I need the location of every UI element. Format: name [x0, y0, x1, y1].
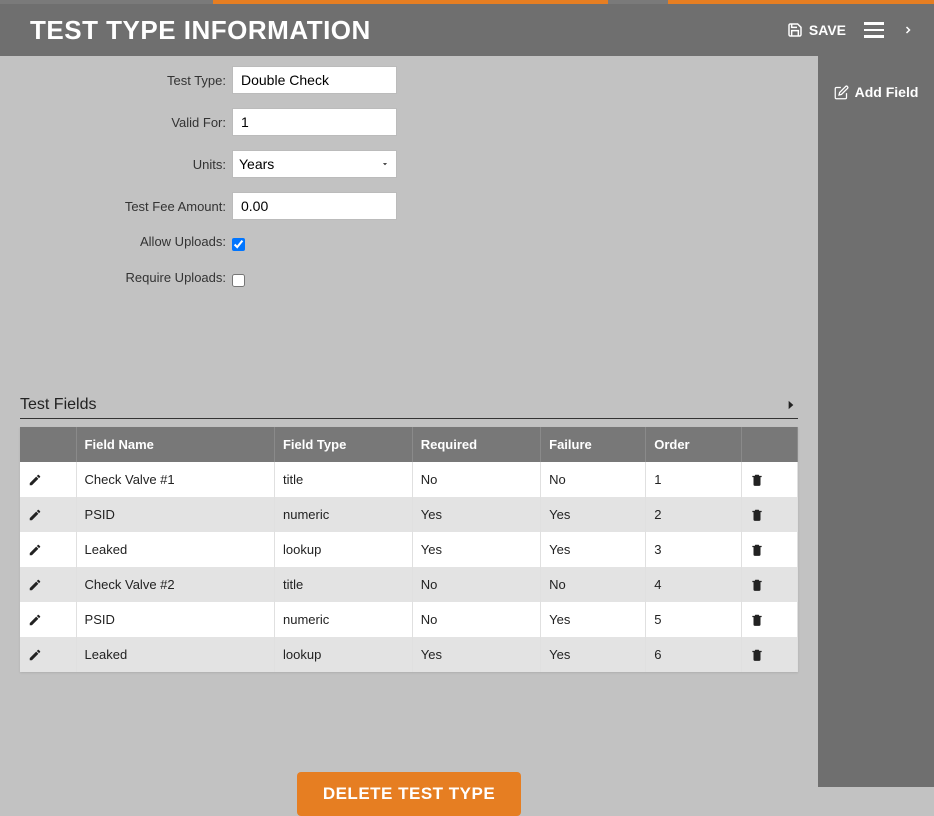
cell-order: 1	[646, 462, 742, 497]
cell-field-name: Check Valve #2	[76, 567, 274, 602]
expand-button[interactable]	[902, 22, 914, 38]
cell-field-name: Check Valve #1	[76, 462, 274, 497]
cell-field-name: PSID	[76, 602, 274, 637]
cell-required: Yes	[412, 532, 540, 567]
save-button[interactable]: SAVE	[787, 22, 846, 38]
test-type-input[interactable]	[232, 66, 397, 94]
cell-order: 3	[646, 532, 742, 567]
header-actions: SAVE	[787, 22, 914, 38]
cell-order: 4	[646, 567, 742, 602]
test-fields-title: Test Fields	[20, 396, 96, 414]
col-header-field-type: Field Type	[274, 427, 412, 462]
cell-field-name: Leaked	[76, 637, 274, 672]
cell-field-type: numeric	[274, 497, 412, 532]
label-require-uploads: Require Uploads:	[20, 270, 232, 285]
delete-row-button[interactable]	[741, 602, 797, 637]
cell-field-name: PSID	[76, 497, 274, 532]
edit-row-button[interactable]	[20, 532, 76, 567]
label-units: Units:	[20, 157, 232, 172]
col-header-failure: Failure	[541, 427, 646, 462]
require-uploads-checkbox[interactable]	[232, 274, 245, 287]
test-fields-toggle[interactable]	[784, 397, 798, 413]
cell-required: No	[412, 602, 540, 637]
cell-failure: Yes	[541, 532, 646, 567]
cell-required: No	[412, 462, 540, 497]
test-fields-section-header: Test Fields	[20, 396, 798, 419]
cell-field-type: lookup	[274, 637, 412, 672]
col-header-field-name: Field Name	[76, 427, 274, 462]
add-field-button[interactable]: Add Field	[818, 80, 934, 104]
cell-field-type: title	[274, 462, 412, 497]
edit-row-button[interactable]	[20, 602, 76, 637]
edit-row-button[interactable]	[20, 567, 76, 602]
caret-down-icon	[380, 159, 390, 169]
edit-row-button[interactable]	[20, 497, 76, 532]
cell-required: No	[412, 567, 540, 602]
cell-field-type: lookup	[274, 532, 412, 567]
form-area: Test Type: Valid For: Units: Years Test …	[20, 66, 798, 336]
test-fee-input[interactable]	[232, 192, 397, 220]
cell-field-name: Leaked	[76, 532, 274, 567]
cell-order: 5	[646, 602, 742, 637]
page-header: TEST TYPE INFORMATION SAVE	[0, 4, 934, 56]
delete-test-type-button[interactable]: DELETE TEST TYPE	[297, 772, 521, 816]
cell-failure: Yes	[541, 637, 646, 672]
valid-for-input[interactable]	[232, 108, 397, 136]
add-field-label: Add Field	[855, 84, 919, 100]
delete-row-button[interactable]	[741, 637, 797, 672]
units-select[interactable]: Years	[232, 150, 397, 178]
table-row: LeakedlookupYesYes3	[20, 532, 798, 567]
edit-row-button[interactable]	[20, 637, 76, 672]
delete-row-button[interactable]	[741, 532, 797, 567]
cell-failure: Yes	[541, 602, 646, 637]
delete-row-button[interactable]	[741, 462, 797, 497]
edit-row-button[interactable]	[20, 462, 76, 497]
main-content: Test Type: Valid For: Units: Years Test …	[0, 56, 818, 787]
cell-order: 6	[646, 637, 742, 672]
test-fields-table: Field Name Field Type Required Failure O…	[20, 427, 798, 672]
cell-order: 2	[646, 497, 742, 532]
delete-row-button[interactable]	[741, 497, 797, 532]
table-row: Check Valve #2titleNoNo4	[20, 567, 798, 602]
delete-row-button[interactable]	[741, 567, 797, 602]
cell-required: Yes	[412, 497, 540, 532]
chevron-right-icon	[784, 397, 798, 413]
cell-required: Yes	[412, 637, 540, 672]
save-button-label: SAVE	[809, 22, 846, 38]
chevron-right-icon	[902, 22, 914, 38]
label-valid-for: Valid For:	[20, 115, 232, 130]
table-row: PSIDnumericNoYes5	[20, 602, 798, 637]
label-allow-uploads: Allow Uploads:	[20, 234, 232, 249]
table-row: PSIDnumericYesYes2	[20, 497, 798, 532]
edit-icon	[834, 85, 849, 100]
table-row: LeakedlookupYesYes6	[20, 637, 798, 672]
page-title: TEST TYPE INFORMATION	[30, 15, 371, 46]
label-test-fee: Test Fee Amount:	[20, 199, 232, 214]
cell-failure: Yes	[541, 497, 646, 532]
col-header-required: Required	[412, 427, 540, 462]
table-row: Check Valve #1titleNoNo1	[20, 462, 798, 497]
units-selected-value: Years	[239, 156, 274, 172]
col-header-order: Order	[646, 427, 742, 462]
allow-uploads-checkbox[interactable]	[232, 238, 245, 251]
cell-field-type: numeric	[274, 602, 412, 637]
menu-button[interactable]	[864, 22, 884, 38]
cell-failure: No	[541, 567, 646, 602]
label-test-type: Test Type:	[20, 73, 232, 88]
cell-failure: No	[541, 462, 646, 497]
cell-field-type: title	[274, 567, 412, 602]
right-sidebar: Add Field	[818, 56, 934, 787]
save-icon	[787, 22, 803, 38]
